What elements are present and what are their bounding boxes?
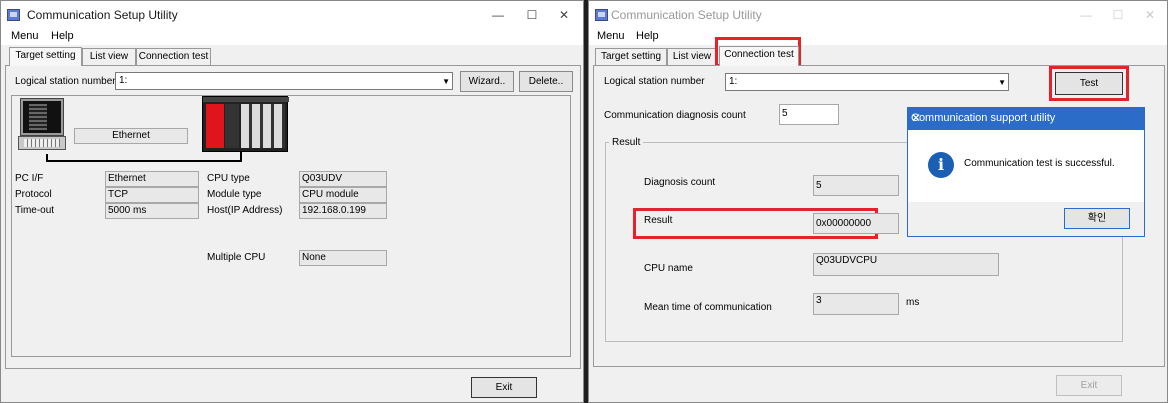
network-cable-left	[46, 154, 48, 162]
cpu-type-label: CPU type	[207, 173, 250, 184]
left-window-title: Communication Setup Utility	[27, 8, 178, 22]
cpu-name-label: CPU name	[644, 263, 693, 274]
logical-station-value: 1:	[729, 76, 738, 87]
pc-if-value: Ethernet	[105, 171, 199, 187]
wizard-button[interactable]: Wizard..	[460, 71, 514, 92]
result-value: 0x00000000	[813, 213, 899, 234]
network-cable-right	[240, 152, 242, 162]
left-menubar: Menu Help	[1, 29, 583, 45]
plc-icon	[202, 96, 289, 152]
multiple-cpu-value: None	[299, 250, 387, 266]
mean-time-value: 3	[813, 293, 899, 315]
delete-button[interactable]: Delete..	[519, 71, 573, 92]
right-window: Communication Setup Utility — ☐ ✕ Menu H…	[588, 0, 1168, 403]
dialog-close-icon[interactable]: ✕	[911, 111, 1137, 125]
diag-count-input[interactable]: 5	[779, 104, 839, 125]
menu-item-help[interactable]: Help	[51, 30, 74, 42]
protocol-value: TCP	[105, 187, 199, 203]
left-window-titlebar[interactable]: Communication Setup Utility — ☐ ✕	[1, 1, 583, 29]
menu-item-menu[interactable]: Menu	[11, 30, 39, 42]
timeout-value: 5000 ms	[105, 203, 199, 219]
logical-station-select[interactable]: 1: ▼	[725, 73, 1009, 91]
right-menubar: Menu Help	[589, 29, 1167, 45]
logical-station-label: Logical station number	[604, 76, 705, 87]
host-value: 192.168.0.199	[299, 203, 387, 219]
menu-item-menu[interactable]: Menu	[597, 30, 625, 42]
cpu-type-value: Q03UDV	[299, 171, 387, 187]
result-group-label: Result	[609, 137, 644, 148]
module-type-label: Module type	[207, 189, 262, 200]
tab-target-setting[interactable]: Target setting	[595, 48, 667, 65]
tab-target-setting[interactable]: Target setting	[9, 47, 82, 66]
minimize-icon[interactable]: —	[1075, 5, 1097, 25]
mean-time-label: Mean time of communication	[644, 302, 772, 313]
diagnosis-count-label: Diagnosis count	[644, 177, 716, 188]
maximize-icon[interactable]: ☐	[521, 5, 543, 25]
tab-connection-test[interactable]: Connection test	[719, 46, 799, 66]
right-window-titlebar[interactable]: Communication Setup Utility — ☐ ✕	[589, 1, 1167, 29]
network-label: Ethernet	[74, 128, 188, 144]
close-icon[interactable]: ✕	[1139, 5, 1161, 25]
info-icon: i	[928, 152, 954, 178]
dialog-ok-button[interactable]: 확인	[1064, 208, 1130, 229]
timeout-label: Time-out	[15, 205, 55, 216]
connection-diagram: Ethernet	[11, 95, 571, 357]
communication-dialog: Communication support utility ✕ i Commun…	[907, 107, 1145, 237]
pc-icon	[18, 98, 66, 158]
result-label: Result	[644, 215, 673, 226]
module-type-value: CPU module	[299, 187, 387, 203]
close-icon[interactable]: ✕	[553, 5, 575, 25]
maximize-icon[interactable]: ☐	[1107, 5, 1129, 25]
pc-if-label: PC I/F	[15, 173, 44, 184]
right-window-title: Communication Setup Utility	[611, 8, 762, 22]
minimize-icon[interactable]: —	[487, 5, 509, 25]
mean-time-unit: ms	[906, 297, 920, 308]
menu-item-help[interactable]: Help	[636, 30, 659, 42]
chevron-down-icon[interactable]: ▼	[442, 77, 450, 86]
dialog-titlebar[interactable]: Communication support utility ✕	[908, 108, 1144, 130]
multiple-cpu-label: Multiple CPU	[207, 252, 266, 263]
cpu-name-value: Q03UDVCPU	[813, 253, 999, 276]
network-cable	[46, 160, 242, 162]
app-icon	[7, 9, 20, 21]
tab-list-view[interactable]: List view	[667, 48, 717, 65]
protocol-label: Protocol	[15, 189, 52, 200]
diagnosis-count-value: 5	[813, 175, 899, 196]
chevron-down-icon[interactable]: ▼	[998, 78, 1006, 87]
exit-button: Exit	[1056, 375, 1122, 396]
left-window: Communication Setup Utility — ☐ ✕ Menu H…	[0, 0, 584, 403]
logical-station-value: 1:	[119, 75, 128, 86]
diag-count-label: Communication diagnosis count	[604, 110, 746, 121]
logical-station-label: Logical station number	[15, 76, 116, 87]
host-label: Host(IP Address)	[207, 205, 283, 216]
dialog-message: Communication test is successful.	[964, 158, 1115, 169]
exit-button[interactable]: Exit	[471, 377, 537, 398]
tab-connection-test[interactable]: Connection test	[136, 48, 211, 65]
logical-station-select[interactable]: 1: ▼	[115, 72, 453, 90]
tab-list-view[interactable]: List view	[82, 48, 136, 65]
test-button[interactable]: Test	[1055, 72, 1123, 95]
app-icon	[595, 9, 608, 21]
